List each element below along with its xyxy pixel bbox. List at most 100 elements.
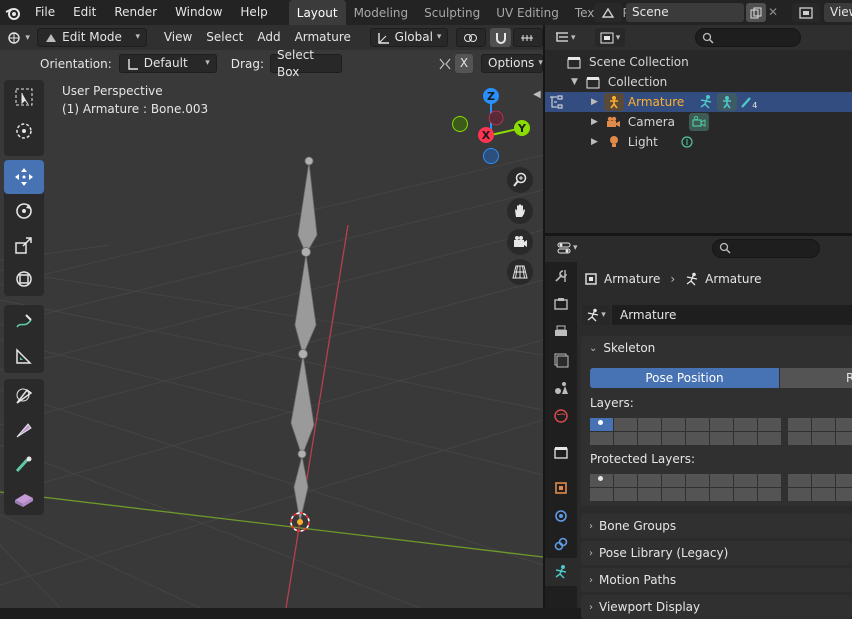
- menu-window[interactable]: Window: [166, 0, 231, 25]
- expand-chevron-icon[interactable]: ▶: [591, 137, 598, 147]
- transform-tool[interactable]: [4, 262, 44, 296]
- protected-layer-toggle[interactable]: [590, 488, 613, 501]
- extrude-tool[interactable]: [4, 447, 44, 481]
- mode-dropdown[interactable]: Edit Mode ▾: [37, 28, 148, 47]
- tab-render[interactable]: [545, 290, 577, 318]
- tab-view-layer[interactable]: [545, 346, 577, 374]
- drag-dropdown[interactable]: Select Box: [269, 48, 342, 79]
- pose-library-panel[interactable]: › Pose Library (Legacy): [581, 541, 852, 565]
- layer-toggle[interactable]: [710, 418, 733, 431]
- layer-toggle[interactable]: [638, 418, 661, 431]
- outliner-row-collection[interactable]: ▼ Collection: [545, 72, 852, 92]
- skeleton-panel-header[interactable]: ⌄ Skeleton: [581, 336, 852, 360]
- viewport-menu-view[interactable]: View: [157, 28, 199, 47]
- protected-layer-toggle[interactable]: [812, 488, 835, 501]
- layer-toggle[interactable]: [836, 432, 852, 445]
- protected-layer-toggle[interactable]: [686, 474, 709, 487]
- layer-toggle[interactable]: [734, 418, 757, 431]
- bone-size-tool[interactable]: [4, 413, 44, 447]
- tab-output[interactable]: [545, 318, 577, 346]
- layer-toggle[interactable]: [788, 418, 811, 431]
- armature-data-icon[interactable]: [717, 93, 738, 111]
- properties-editor-type[interactable]: ▾: [557, 242, 578, 254]
- layer-toggle[interactable]: [638, 432, 661, 445]
- protected-layer-toggle[interactable]: [614, 488, 637, 501]
- protected-layer-toggle[interactable]: [836, 474, 852, 487]
- armature-datablock-selector[interactable]: ▾: [582, 305, 610, 325]
- annotate-tool[interactable]: [4, 305, 44, 339]
- protected-layer-toggle[interactable]: [710, 488, 733, 501]
- protected-layer-toggle[interactable]: [662, 474, 685, 487]
- layer-toggle[interactable]: [614, 432, 637, 445]
- layer-toggle[interactable]: [662, 432, 685, 445]
- protected-layer-toggle[interactable]: [638, 488, 661, 501]
- viewport-menu-armature[interactable]: Armature: [288, 28, 358, 47]
- blender-logo-icon[interactable]: [0, 0, 26, 25]
- sidebar-toggle-icon[interactable]: ◀: [533, 89, 541, 100]
- view-layer-field[interactable]: View: [824, 3, 852, 22]
- tab-object[interactable]: [545, 474, 577, 502]
- protected-layer-toggle[interactable]: [638, 474, 661, 487]
- tab-scene[interactable]: [545, 374, 577, 402]
- outliner-editor-type[interactable]: ▾: [555, 31, 583, 44]
- layer-toggle[interactable]: [710, 432, 733, 445]
- protected-layer-toggle[interactable]: [788, 474, 811, 487]
- perspective-toggle-button[interactable]: [507, 259, 533, 285]
- protected-layer-toggle[interactable]: [758, 488, 781, 501]
- menu-edit[interactable]: Edit: [64, 0, 105, 25]
- layer-toggle[interactable]: [812, 418, 835, 431]
- menu-render[interactable]: Render: [105, 0, 166, 25]
- layer-toggle[interactable]: [590, 432, 613, 445]
- viewport-menu-select[interactable]: Select: [199, 28, 250, 47]
- tab-object-constraints[interactable]: [545, 530, 577, 558]
- protected-layer-toggle[interactable]: [590, 474, 613, 487]
- layer-toggle[interactable]: [836, 418, 852, 431]
- layer-toggle[interactable]: [758, 432, 781, 445]
- measure-tool[interactable]: [4, 339, 44, 373]
- protected-layer-toggle[interactable]: [686, 488, 709, 501]
- select-box-tool[interactable]: [4, 80, 44, 114]
- expand-chevron-icon[interactable]: ▶: [591, 117, 598, 127]
- protected-layer-toggle[interactable]: [662, 488, 685, 501]
- tab-world[interactable]: [545, 402, 577, 430]
- protected-layer-toggle[interactable]: [734, 474, 757, 487]
- armature-name-field[interactable]: Armature: [612, 305, 852, 325]
- layer-toggle[interactable]: [662, 418, 685, 431]
- rotate-tool[interactable]: [4, 194, 44, 228]
- tab-armature-data[interactable]: [545, 558, 577, 586]
- layer-toggle[interactable]: [686, 418, 709, 431]
- tab-modeling[interactable]: Modeling: [346, 0, 417, 25]
- tab-tool[interactable]: [545, 262, 577, 290]
- menu-help[interactable]: Help: [231, 0, 276, 25]
- protected-layer-toggle[interactable]: [788, 488, 811, 501]
- snap-toggle[interactable]: [489, 28, 512, 47]
- scale-tool[interactable]: [4, 228, 44, 262]
- layer-toggle[interactable]: [614, 418, 637, 431]
- camera-data-icon[interactable]: [689, 113, 710, 131]
- properties-search-field[interactable]: [711, 238, 820, 258]
- outliner-row-camera[interactable]: ▶ Camera: [545, 112, 852, 132]
- navigation-gizmo[interactable]: Z Y X: [448, 83, 538, 173]
- motion-paths-panel[interactable]: › Motion Paths: [581, 568, 852, 592]
- protected-layer-toggle[interactable]: [614, 474, 637, 487]
- outliner-row-armature[interactable]: ▶ Armature 4: [545, 92, 852, 112]
- scene-selector[interactable]: [594, 3, 622, 22]
- camera-view-button[interactable]: [507, 229, 533, 255]
- layer-toggle[interactable]: [812, 432, 835, 445]
- editor-type-selector[interactable]: ▾: [0, 31, 37, 45]
- mirror-x-toggle[interactable]: X: [455, 54, 473, 73]
- scene-name-field[interactable]: Scene: [626, 3, 744, 22]
- protected-layer-toggle[interactable]: [710, 474, 733, 487]
- mirror-icon[interactable]: [435, 54, 455, 73]
- new-scene-icon[interactable]: [746, 3, 766, 22]
- options-dropdown[interactable]: Options ▾: [481, 54, 543, 73]
- envelope-tool[interactable]: [4, 481, 44, 515]
- viewport-menu-add[interactable]: Add: [250, 28, 287, 47]
- viewport-display-panel[interactable]: › Viewport Display: [581, 595, 852, 619]
- layer-toggle[interactable]: [758, 418, 781, 431]
- pose-position-button[interactable]: Pose Position: [590, 368, 779, 388]
- pivot-point-dropdown[interactable]: [456, 28, 486, 47]
- layer-toggle[interactable]: [788, 432, 811, 445]
- tab-modifiers[interactable]: [545, 502, 577, 530]
- expand-chevron-icon[interactable]: ▼: [571, 77, 578, 87]
